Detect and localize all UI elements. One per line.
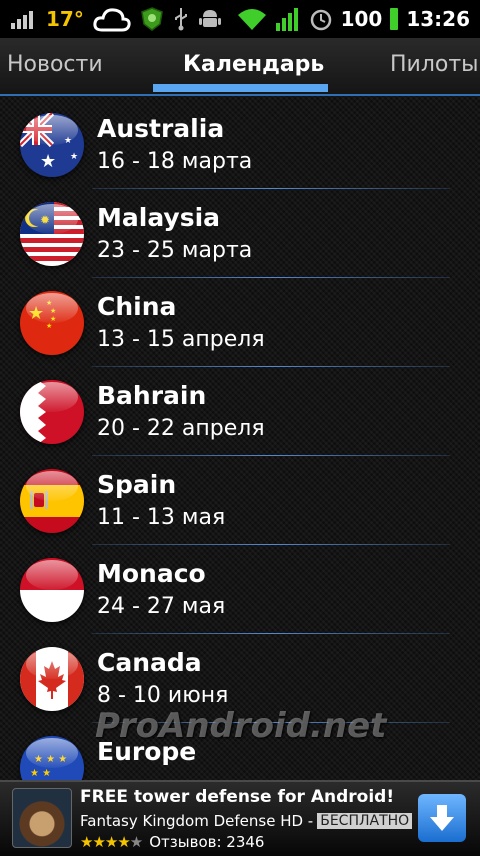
ad-price-badge: БЕСПЛАТНО [317,813,413,829]
tab-drivers[interactable]: Пилоты [390,52,479,77]
race-dates: 13 - 15 апреля [97,327,265,352]
battery-percent: 100 [340,7,383,31]
country-name: Canada [97,648,202,677]
tab-calendar[interactable]: Календарь [183,52,324,77]
wifi-icon [237,9,266,30]
bahrain-flag-icon [20,380,84,444]
svg-text:★: ★ [46,322,52,330]
malaysia-flag-icon: ✹ [20,202,84,266]
list-item-australia[interactable]: ★ ★ ★ Australia 16 - 18 марта [0,100,480,189]
list-item-spain[interactable]: Spain 11 - 13 мая [0,456,480,545]
clock-time: 13:26 [406,7,470,31]
race-dates: 20 - 22 апреля [97,416,265,441]
svg-text:★: ★ [70,152,78,162]
cell-signal-icon [275,8,298,31]
signal-bars-icon [11,11,33,29]
active-tab-indicator [153,84,328,92]
battery-icon [390,8,399,30]
download-arrow-icon [430,805,454,831]
country-name: Monaco [97,559,206,588]
android-debug-icon [198,10,221,27]
ad-app-line: Fantasy Kingdom Defense HD - БЕСПЛАТНО [80,812,413,830]
monaco-flag-icon [20,558,84,622]
race-dates: 23 - 25 марта [97,238,253,263]
ad-rating-line: ★★★★★ Отзывов: 2346 [80,833,264,851]
svg-text:★ ★: ★ ★ [30,768,51,779]
country-name: Bahrain [97,381,207,410]
race-dates: 8 - 10 июня [97,683,229,708]
svg-text:★: ★ [40,151,56,172]
race-dates: 16 - 18 марта [97,149,253,174]
status-bar: 17° 100 13:26 [0,0,480,38]
usb-icon [174,8,187,31]
shield-app-icon [141,7,163,31]
ad-app-name: Fantasy Kingdom Defense HD - [80,812,314,830]
australia-flag-icon: ★ ★ ★ [20,113,84,177]
ad-reviews-count: Отзывов: 2346 [149,833,265,851]
spain-flag-icon [20,469,84,533]
country-name: Malaysia [97,203,221,232]
rating-filled-stars: ★★★★ [80,833,131,851]
list-item-bahrain[interactable]: Bahrain 20 - 22 апреля [0,367,480,456]
watermark: ProAndroid.net [95,706,387,746]
country-name: China [97,292,177,321]
rating-stars: ★★★★★ [80,833,143,851]
temperature-text: 17° [46,7,84,31]
country-name: Spain [97,470,177,499]
ad-app-thumbnail [12,788,72,848]
ad-banner[interactable]: FREE tower defense for Android! Fantasy … [0,780,480,856]
china-flag-icon: ★ ★ ★ ★ ★ [20,291,84,355]
alarm-icon [310,9,331,31]
race-dates: 24 - 27 мая [97,594,226,619]
tab-news[interactable]: Новости [7,52,103,77]
canada-flag-icon [20,647,84,711]
country-name: Australia [97,114,225,143]
download-button[interactable] [418,794,466,842]
list-item-monaco[interactable]: Monaco 24 - 27 мая [0,545,480,634]
cloud-icon [93,8,131,32]
list-item-malaysia[interactable]: ✹ Malaysia 23 - 25 марта [0,189,480,278]
list-item-china[interactable]: ★ ★ ★ ★ ★ China 13 - 15 апреля [0,278,480,367]
ad-title: FREE tower defense for Android! [80,787,395,807]
rating-empty-star: ★ [129,833,144,851]
race-dates: 11 - 13 мая [97,505,226,530]
